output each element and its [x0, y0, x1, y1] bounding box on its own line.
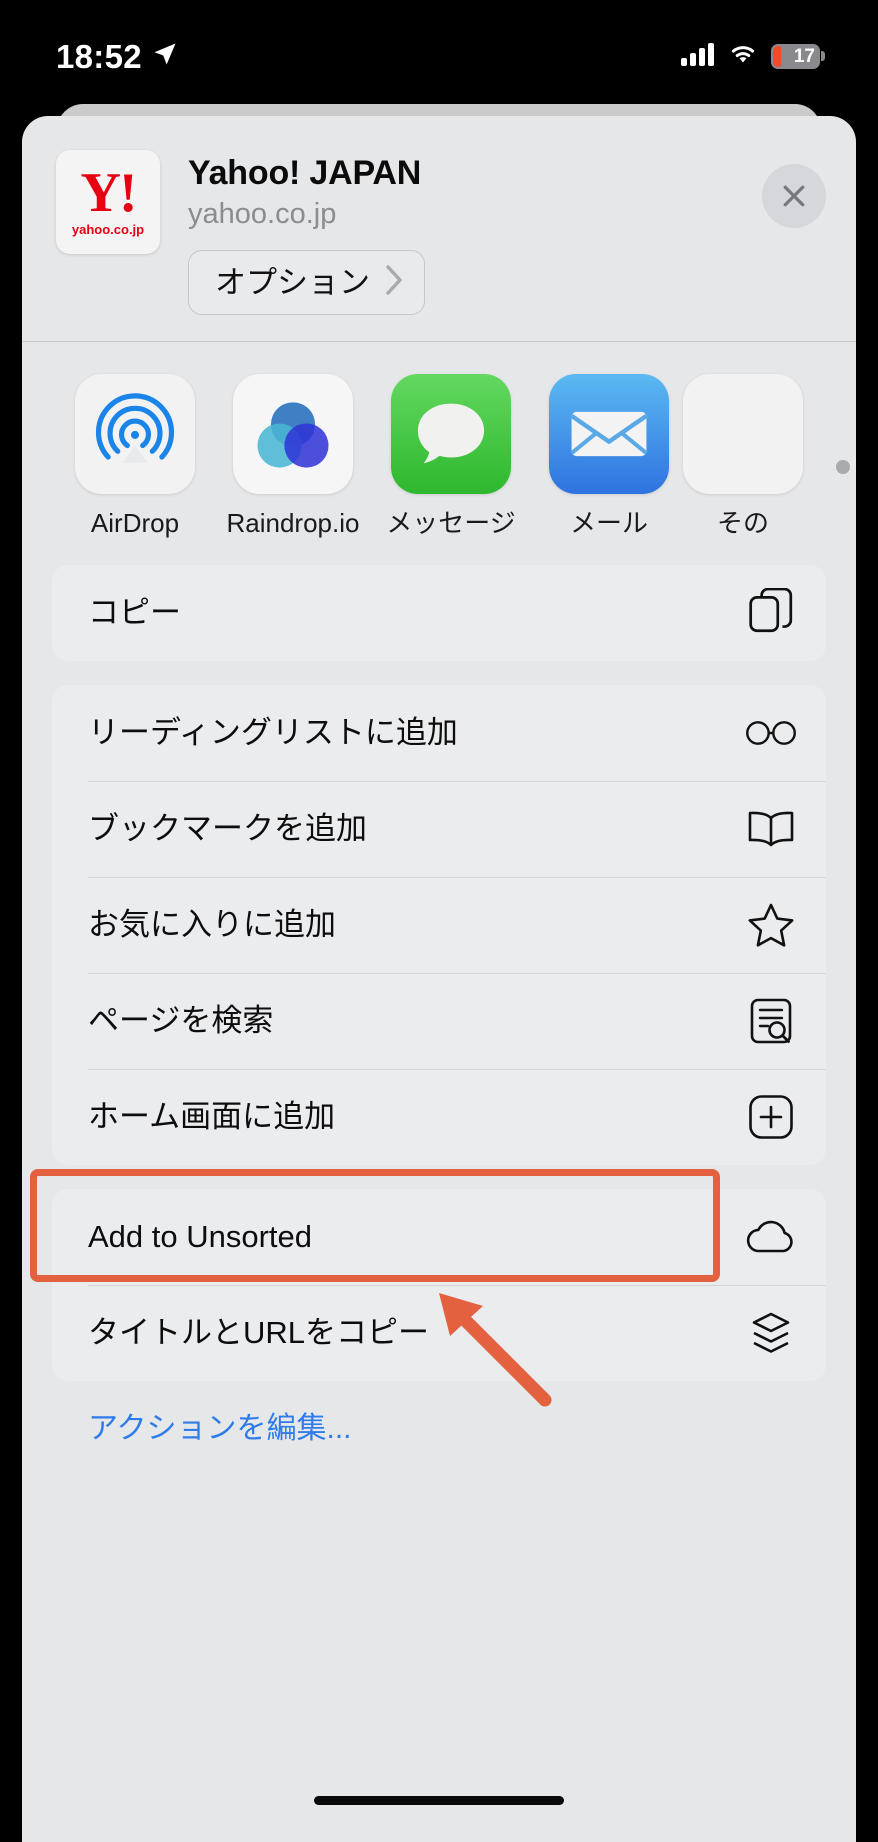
status-bar-right: 17 [681, 42, 825, 71]
share-target-label: AirDrop [90, 507, 180, 538]
action-row-copy[interactable]: コピー [52, 565, 826, 661]
book-icon [744, 809, 798, 849]
star-icon [744, 902, 798, 948]
glasses-icon [744, 716, 798, 750]
share-targets-row[interactable]: AirDrop Raindrop.io メッセージ メール その [22, 342, 856, 566]
edit-actions-link[interactable]: アクションを編集... [52, 1405, 826, 1447]
action-row-add-to-home-screen[interactable]: ホーム画面に追加 [52, 1069, 826, 1165]
options-button[interactable]: オプション [188, 249, 425, 315]
options-button-label: オプション [215, 264, 370, 300]
status-bar-clock: 18:52 [56, 37, 142, 75]
share-sheet-header-text: Yahoo! JAPAN yahoo.co.jp オプション [188, 150, 826, 315]
status-bar: 18:52 17 [0, 0, 878, 112]
action-row-find-on-page[interactable]: ページを検索 [52, 973, 826, 1069]
mail-icon [549, 373, 669, 494]
share-target-label: Raindrop.io [226, 507, 360, 538]
airdrop-icon [75, 373, 195, 494]
action-row-copy-title-and-url[interactable]: タイトルとURLをコピー [52, 1285, 826, 1381]
action-row-label: コピー [88, 595, 181, 631]
share-target-more[interactable]: その [683, 373, 803, 538]
close-icon [783, 185, 805, 207]
action-row-label: ページを検索 [88, 1003, 274, 1039]
location-arrow-icon [151, 40, 179, 73]
cellular-bars-icon [681, 42, 715, 71]
share-target-raindrop[interactable]: Raindrop.io [214, 373, 372, 538]
copy-icon [744, 588, 798, 638]
action-row-add-favorite[interactable]: お気に入りに追加 [52, 877, 826, 973]
page-title: Yahoo! JAPAN [188, 154, 422, 192]
share-target-mail[interactable]: メール [530, 373, 688, 538]
favicon-domain: yahoo.co.jp [71, 221, 145, 237]
action-row-add-to-unsorted[interactable]: Add to Unsorted [52, 1189, 826, 1285]
raindrop-icon [233, 373, 353, 494]
battery-percent: 17 [793, 45, 815, 67]
add-to-home-icon [744, 1094, 798, 1140]
find-page-icon [744, 997, 798, 1045]
share-target-airdrop[interactable]: AirDrop [56, 373, 214, 538]
action-row-label: お気に入りに追加 [88, 907, 336, 943]
share-sheet: Y! yahoo.co.jp Yahoo! JAPAN yahoo.co.jp … [22, 116, 856, 1842]
battery-indicator: 17 [771, 43, 825, 69]
action-row-label: ブックマークを追加 [88, 811, 367, 847]
share-target-label: メッセージ [386, 507, 516, 538]
action-row-label: ホーム画面に追加 [88, 1099, 336, 1135]
layers-icon [744, 1309, 798, 1357]
action-group-copy: コピー [52, 565, 826, 662]
action-row-add-bookmark[interactable]: ブックマークを追加 [52, 781, 826, 877]
action-groups: コピー リーディングリストに追加 ブックマークを追加 お気に入りに追加 ページを… [22, 565, 856, 1447]
scroll-indicator [836, 459, 850, 474]
share-sheet-header: Y! yahoo.co.jp Yahoo! JAPAN yahoo.co.jp … [22, 116, 856, 342]
share-target-messages[interactable]: メッセージ [372, 373, 530, 538]
site-favicon: Y! yahoo.co.jp [56, 150, 160, 254]
share-target-label: メール [569, 507, 648, 538]
action-group-extensions: Add to Unsorted タイトルとURLをコピー [52, 1189, 826, 1382]
battery-fill [773, 45, 781, 67]
close-button[interactable] [762, 164, 826, 228]
wifi-icon [727, 42, 759, 71]
home-indicator [314, 1796, 564, 1805]
more-icon [683, 373, 803, 494]
action-row-label: タイトルとURLをコピー [88, 1315, 430, 1351]
chevron-right-icon [384, 264, 404, 301]
action-row-label: リーディングリストに追加 [88, 715, 458, 751]
status-bar-left: 18:52 [56, 40, 179, 73]
messages-icon [391, 373, 511, 494]
battery-cap [821, 51, 825, 61]
action-row-add-reading-list[interactable]: リーディングリストに追加 [52, 685, 826, 781]
favicon-letter: Y! [80, 162, 137, 225]
cloud-icon [744, 1218, 798, 1256]
action-group-safari: リーディングリストに追加 ブックマークを追加 お気に入りに追加 ページを検索 ホ… [52, 685, 826, 1166]
share-target-label: その [716, 507, 769, 538]
page-url: yahoo.co.jp [188, 198, 337, 231]
action-row-label: Add to Unsorted [88, 1219, 313, 1255]
